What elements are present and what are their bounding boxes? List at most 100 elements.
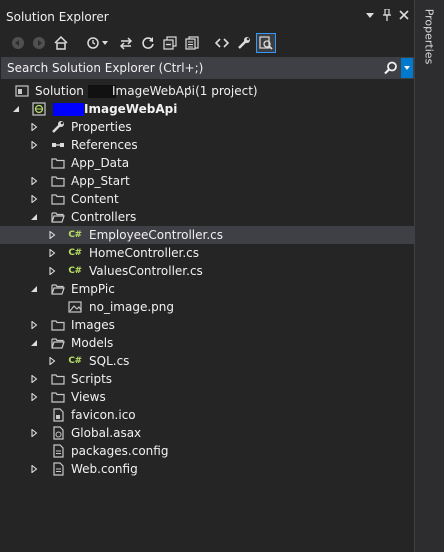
tree-row-app-start[interactable]: App_Start — [0, 172, 414, 190]
image-file-icon — [67, 299, 83, 315]
tree-item-label: App_Data — [71, 156, 130, 170]
close-icon[interactable] — [397, 9, 411, 23]
view-code-icon[interactable] — [213, 33, 231, 53]
search-options-dropdown-icon[interactable] — [401, 58, 413, 78]
refresh-icon[interactable] — [139, 33, 157, 53]
tree-row-project[interactable]: ImageWebApi — [0, 100, 414, 118]
solution-label-prefix: Solution ' — [35, 84, 91, 98]
show-all-files-icon[interactable] — [183, 33, 201, 53]
tree-row-web-config[interactable]: Web.config — [0, 460, 414, 478]
folder-icon — [50, 371, 66, 387]
tree-item-label: packages.config — [71, 444, 169, 458]
collapsed-arrow-icon[interactable] — [46, 352, 58, 370]
collapsed-arrow-icon[interactable] — [28, 370, 40, 388]
tree-row-solution[interactable]: Solution ' ImageWebApi ' (1 project) — [0, 82, 414, 100]
pin-icon[interactable] — [380, 8, 394, 23]
tree-row-scripts[interactable]: Scripts — [0, 370, 414, 388]
tree-item-label: HomeController.cs — [89, 246, 200, 260]
tree-row-content[interactable]: Content — [0, 190, 414, 208]
csharp-file-icon: C# — [68, 356, 82, 366]
asax-file-icon — [50, 425, 66, 441]
project-name: ImageWebApi — [84, 102, 178, 116]
collapsed-arrow-icon[interactable] — [46, 244, 58, 262]
folder-open-icon — [50, 281, 66, 297]
side-panel: Properties — [414, 0, 444, 552]
tree-item-label: SQL.cs — [89, 354, 130, 368]
tree-row-global-asax[interactable]: Global.asax — [0, 424, 414, 442]
tree-row-home-controller[interactable]: C# HomeController.cs — [0, 244, 414, 262]
folder-open-icon — [50, 209, 66, 225]
tree-item-label: Scripts — [71, 372, 113, 386]
panel-title: Solution Explorer — [6, 10, 109, 24]
sync-icon[interactable] — [117, 33, 135, 53]
tree-row-values-controller[interactable]: C# ValuesController.cs — [0, 262, 414, 280]
expanded-arrow-icon[interactable] — [28, 208, 40, 226]
collapsed-arrow-icon[interactable] — [28, 388, 40, 406]
collapsed-arrow-icon[interactable] — [28, 316, 40, 334]
csharp-file-icon: C# — [68, 248, 82, 258]
tree-item-label: Properties — [71, 120, 132, 134]
folder-icon — [50, 155, 66, 171]
tree-item-label: Images — [71, 318, 115, 332]
tree-item-label: References — [71, 138, 138, 152]
references-icon — [50, 137, 66, 153]
folder-icon — [50, 173, 66, 189]
folder-icon — [50, 389, 66, 405]
tree-row-references[interactable]: References — [0, 136, 414, 154]
expanded-arrow-icon[interactable] — [28, 280, 40, 298]
tree-row-emppic[interactable]: EmpPic — [0, 280, 414, 298]
tree-item-label: EmpPic — [71, 282, 115, 296]
properties-side-tab[interactable]: Properties — [422, 6, 437, 68]
tree-row-app-data[interactable]: App_Data — [0, 154, 414, 172]
collapsed-arrow-icon[interactable] — [28, 136, 40, 154]
tree-item-label: Global.asax — [71, 426, 142, 440]
tree-row-properties[interactable]: Properties — [0, 118, 414, 136]
collapsed-arrow-icon[interactable] — [28, 172, 40, 190]
tree-row-controllers[interactable]: Controllers — [0, 208, 414, 226]
collapsed-arrow-icon[interactable] — [28, 424, 40, 442]
solution-label-suffix: ' (1 project) — [188, 84, 258, 98]
tree-item-label: Views — [71, 390, 106, 404]
tree-row-favicon[interactable]: favicon.ico — [0, 406, 414, 424]
search-box — [1, 57, 414, 79]
search-input[interactable] — [2, 58, 377, 78]
search-icon[interactable] — [383, 59, 399, 77]
expanded-arrow-icon[interactable] — [10, 100, 22, 118]
redacted-name-mark — [53, 103, 84, 116]
tree-row-packages-config[interactable]: packages.config — [0, 442, 414, 460]
tree-item-label: ValuesController.cs — [89, 264, 203, 278]
tree-item-label: no_image.png — [89, 300, 174, 314]
tree-row-views[interactable]: Views — [0, 388, 414, 406]
title-bar: Solution Explorer — [0, 0, 414, 30]
collapsed-arrow-icon[interactable] — [46, 226, 58, 244]
wrench-icon — [50, 119, 66, 135]
collapse-all-icon[interactable] — [161, 33, 179, 53]
tree-row-images[interactable]: Images — [0, 316, 414, 334]
tree-item-label: EmployeeController.cs — [89, 228, 224, 242]
back-icon[interactable] — [9, 33, 27, 53]
tree-row-sql[interactable]: C# SQL.cs — [0, 352, 414, 370]
folder-icon — [50, 191, 66, 207]
folder-open-icon — [50, 335, 66, 351]
window-position-dropdown-icon[interactable] — [363, 9, 377, 23]
collapsed-arrow-icon[interactable] — [28, 190, 40, 208]
preview-selected-items-icon[interactable] — [256, 33, 276, 53]
tree-item-label: Web.config — [71, 462, 138, 476]
forward-icon[interactable] — [30, 33, 48, 53]
config-file-icon — [50, 461, 66, 477]
config-file-icon — [50, 443, 66, 459]
home-icon[interactable] — [52, 33, 70, 53]
folder-icon — [50, 317, 66, 333]
csharp-file-icon: C# — [68, 266, 82, 276]
collapsed-arrow-icon[interactable] — [46, 262, 58, 280]
collapsed-arrow-icon[interactable] — [28, 118, 40, 136]
expanded-arrow-icon[interactable] — [28, 334, 40, 352]
collapsed-arrow-icon[interactable] — [28, 460, 40, 478]
properties-wrench-icon[interactable] — [235, 33, 253, 53]
csharp-file-icon: C# — [68, 230, 82, 240]
tree-row-employee-controller[interactable]: C# EmployeeController.cs — [0, 226, 414, 244]
chevron-down-icon[interactable] — [100, 33, 110, 53]
tree-row-no-image[interactable]: no_image.png — [0, 298, 414, 316]
icon-file-icon — [50, 407, 66, 423]
tree-row-models[interactable]: Models — [0, 334, 414, 352]
